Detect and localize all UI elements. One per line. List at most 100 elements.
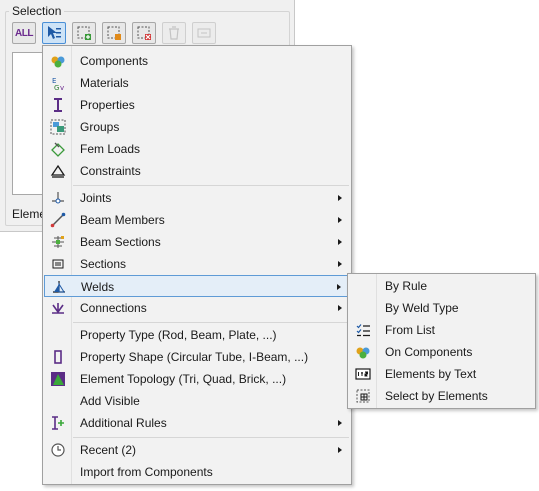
- welds-submenu: By Rule By Weld Type From List On Compon…: [347, 273, 536, 409]
- menu-item-label: Materials: [80, 76, 129, 90]
- svg-text:G: G: [54, 84, 59, 91]
- menu-item-label: Joints: [80, 191, 112, 205]
- additional-rules-icon: [52, 416, 64, 430]
- menu-item-additional-rules[interactable]: Additional Rules: [44, 412, 350, 434]
- element-topology-icon: [51, 372, 65, 386]
- constraints-icon: [50, 164, 66, 178]
- submenu-arrow-icon: [338, 195, 342, 201]
- beam-members-icon: [50, 212, 66, 228]
- submenu-item-by-rule[interactable]: By Rule: [349, 275, 534, 297]
- all-icon: ALL: [15, 27, 33, 39]
- menu-item-connections[interactable]: Connections: [44, 297, 350, 319]
- submenu-arrow-icon: [338, 217, 342, 223]
- sections-icon: [52, 259, 64, 269]
- submenu-arrow-icon: [338, 305, 342, 311]
- menu-item-label: Fem Loads: [80, 142, 141, 156]
- submenu-item-by-weld-type[interactable]: By Weld Type: [349, 297, 534, 319]
- menu-item-label: Select by Elements: [385, 389, 488, 403]
- submenu-item-elements-by-text[interactable]: Elements by Text: [349, 363, 534, 385]
- property-shape-icon: [54, 350, 62, 364]
- list-icon: [356, 324, 370, 337]
- menu-item-element-topology[interactable]: Element Topology (Tri, Quad, Brick, ...): [44, 368, 350, 390]
- select-elements-icon: [356, 389, 370, 403]
- properties-icon: [54, 98, 62, 112]
- materials-icon: E G v: [52, 77, 64, 91]
- menu-separator: [73, 185, 349, 186]
- menu-item-label: Components: [80, 54, 149, 68]
- select-cursor-button[interactable]: [42, 22, 66, 44]
- selection-group-title: Selection: [9, 4, 65, 18]
- menu-item-sections[interactable]: Sections: [44, 253, 350, 275]
- select-remove-button[interactable]: [132, 22, 156, 44]
- selection-context-menu: Components E G v Materials Properties Gr…: [42, 45, 352, 485]
- selection-list[interactable]: [12, 52, 44, 195]
- menu-item-recent[interactable]: Recent (2): [44, 439, 350, 461]
- submenu-arrow-icon: [338, 420, 342, 426]
- components-icon: [356, 347, 370, 359]
- menu-separator: [73, 437, 349, 438]
- menu-item-components[interactable]: Components: [44, 50, 350, 72]
- menu-item-properties[interactable]: Properties: [44, 94, 350, 116]
- select-add-button[interactable]: [72, 22, 96, 44]
- menu-item-label: Property Shape (Circular Tube, I-Beam, .…: [80, 350, 309, 364]
- menu-item-label: By Weld Type: [385, 301, 459, 315]
- submenu-item-on-components[interactable]: On Components: [349, 341, 534, 363]
- connections-icon: [52, 303, 64, 314]
- select-remove-icon: [137, 26, 151, 40]
- menu-item-label: Welds: [81, 280, 115, 294]
- menu-item-label: Sections: [80, 257, 127, 271]
- edit-icon: [197, 28, 211, 38]
- menu-item-label: On Components: [385, 345, 473, 359]
- menu-item-label: Beam Members: [80, 213, 165, 227]
- components-icon: [51, 56, 65, 68]
- select-filter-button[interactable]: [102, 22, 126, 44]
- menu-item-add-visible[interactable]: Add Visible: [44, 390, 350, 412]
- beam-sections-icon: [52, 236, 64, 248]
- menu-item-label: Add Visible: [80, 394, 140, 408]
- menu-item-label: Groups: [80, 120, 120, 134]
- trash-icon: [169, 26, 179, 40]
- select-all-button[interactable]: ALL: [12, 22, 36, 44]
- menu-item-fem-loads[interactable]: Fem Loads: [44, 138, 350, 160]
- menu-item-joints[interactable]: Joints: [44, 187, 350, 209]
- menu-item-beam-sections[interactable]: Beam Sections: [44, 231, 350, 253]
- menu-item-property-shape[interactable]: Property Shape (Circular Tube, I-Beam, .…: [44, 346, 350, 368]
- menu-item-label: Properties: [80, 98, 135, 112]
- menu-item-label: By Rule: [385, 279, 428, 293]
- menu-item-label: Property Type (Rod, Beam, Plate, ...): [80, 328, 277, 342]
- groups-icon: [50, 119, 66, 135]
- menu-item-materials[interactable]: E G v Materials: [44, 72, 350, 94]
- menu-item-groups[interactable]: Groups: [44, 116, 350, 138]
- menu-item-label: Beam Sections: [80, 235, 161, 249]
- submenu-arrow-icon: [338, 447, 342, 453]
- menu-item-label: Constraints: [80, 164, 141, 178]
- clock-icon: [51, 443, 65, 457]
- text-box-icon: [355, 368, 371, 380]
- submenu-arrow-icon: [338, 239, 342, 245]
- menu-item-import-from-components[interactable]: Import from Components: [44, 461, 350, 483]
- menu-item-welds[interactable]: Welds: [44, 275, 350, 297]
- menu-item-label: Additional Rules: [80, 416, 167, 430]
- select-cursor-icon: [48, 26, 61, 39]
- submenu-item-select-by-elements[interactable]: Select by Elements: [349, 385, 534, 407]
- menu-item-label: Element Topology (Tri, Quad, Brick, ...): [80, 372, 287, 386]
- delete-button[interactable]: [162, 22, 186, 44]
- submenu-arrow-icon: [338, 261, 342, 267]
- fem-loads-icon: [51, 142, 65, 157]
- submenu-item-from-list[interactable]: From List: [349, 319, 534, 341]
- joints-icon: [52, 192, 64, 204]
- edit-button[interactable]: [192, 22, 216, 44]
- menu-item-label: Recent (2): [80, 443, 137, 457]
- submenu-arrow-icon: [337, 284, 341, 290]
- menu-item-label: Import from Components: [80, 465, 213, 479]
- menu-separator: [73, 322, 349, 323]
- svg-text:v: v: [60, 84, 64, 91]
- select-filter-icon: [107, 26, 121, 40]
- menu-item-label: From List: [385, 323, 436, 337]
- select-add-icon: [77, 26, 91, 40]
- element-label: Eleme: [12, 207, 47, 221]
- menu-item-property-type[interactable]: Property Type (Rod, Beam, Plate, ...): [44, 324, 350, 346]
- welds-icon: [53, 281, 65, 293]
- menu-item-beam-members[interactable]: Beam Members: [44, 209, 350, 231]
- menu-item-constraints[interactable]: Constraints: [44, 160, 350, 182]
